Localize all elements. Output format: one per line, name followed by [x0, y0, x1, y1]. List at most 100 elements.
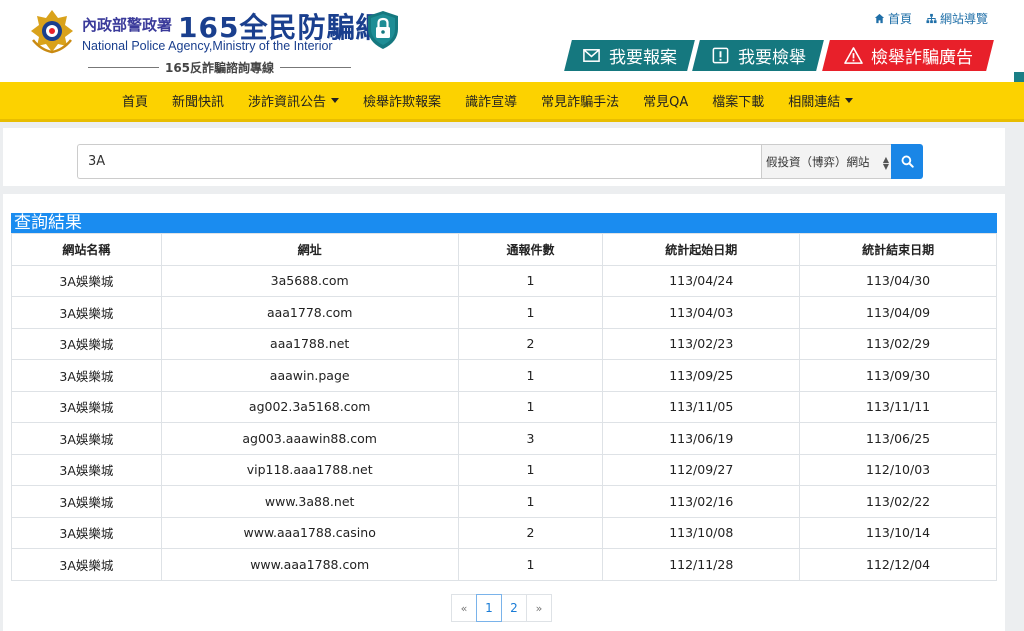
table-row: 3A娛樂城 www.aaa1788.casino 2 113/10/08 113/10/… — [11, 516, 997, 549]
nav-item-fraud-notices[interactable]: 涉詐資訊公告 — [248, 91, 340, 110]
caret-down-icon — [331, 98, 340, 103]
exclamation-box-icon — [712, 47, 728, 64]
column-header-url[interactable]: 網址 — [160, 233, 459, 266]
cell-report-count: 1 — [457, 296, 604, 329]
nav-item-label: 檢舉詐欺報案 — [363, 95, 442, 110]
page-button-current[interactable]: 1 — [476, 594, 502, 622]
nav-item-common-scams[interactable]: 常見詐騙手法 — [541, 91, 619, 110]
cell-end-date: 113/02/22 — [799, 485, 997, 518]
cell-end-date: 113/06/25 — [799, 422, 997, 455]
police-badge-logo[interactable] — [27, 6, 77, 56]
nav-item-label: 相關連結 — [788, 95, 841, 110]
nav-item-label: 檔案下載 — [712, 95, 765, 110]
nav-item-home[interactable]: 首頁 — [122, 91, 148, 110]
envelope-icon — [583, 49, 600, 62]
results-table-body: 3A娛樂城 3a5688.com 1 113/04/24 113/04/30 3A娛樂城 a… — [11, 264, 997, 581]
table-row: 3A娛樂城 aaa1788.net 2 113/02/23 113/02/29 — [11, 327, 997, 360]
nav-item-label: 常見QA — [643, 95, 689, 110]
nav-item-downloads[interactable]: 檔案下載 — [712, 91, 764, 110]
cell-start-date: 113/10/08 — [602, 516, 801, 549]
column-header-site-name[interactable]: 網站名稱 — [11, 233, 162, 266]
hotline-text: 165反詐騙諮詢專線 — [164, 61, 275, 75]
search-button[interactable] — [891, 144, 923, 179]
report-fraud-ad-button[interactable]: 檢舉詐騙廣告 — [822, 40, 994, 71]
cell-site-name: 3A娛樂城 — [11, 296, 162, 329]
search-panel: 假投資（博弈）網站 ▲▼ — [3, 128, 1005, 186]
column-header-end-date[interactable]: 統計結束日期 — [799, 233, 997, 266]
report-case-label: 我要報案 — [609, 48, 677, 68]
tipoff-button[interactable]: 我要檢舉 — [692, 40, 824, 71]
cell-end-date: 113/10/14 — [799, 516, 997, 549]
search-input[interactable] — [77, 144, 761, 179]
side-scroll-tab[interactable] — [1014, 72, 1024, 82]
warning-triangle-icon — [843, 47, 863, 64]
cell-url[interactable]: ag003.aaawin88.com — [160, 422, 459, 455]
nav-item-report-fraud[interactable]: 檢舉詐欺報案 — [363, 91, 441, 110]
nav-item-label: 常見詐騙手法 — [541, 95, 620, 110]
cell-url[interactable]: aaawin.page — [160, 359, 459, 392]
cell-url[interactable]: ag002.3a5168.com — [160, 390, 459, 423]
results-title: 查詢結果 — [11, 213, 997, 233]
search-icon — [901, 155, 914, 168]
table-row: 3A娛樂城 www.3a88.net 1 113/02/16 113/02/22 — [11, 485, 997, 518]
results-panel: 查詢結果 網站名稱 網址 通報件數 統計起始日期 統計結束日期 3A娛樂城 3a5… — [3, 194, 1005, 631]
cell-report-count: 2 — [457, 516, 604, 549]
site-header: 內政部警政署 165全民防騙網 National Police Agency,M… — [0, 0, 1024, 82]
cell-start-date: 112/11/28 — [602, 548, 801, 581]
column-header-start-date[interactable]: 統計起始日期 — [602, 233, 801, 266]
cell-site-name: 3A娛樂城 — [11, 264, 162, 297]
nav-item-news[interactable]: 新聞快訊 — [172, 91, 224, 110]
cell-end-date: 112/10/03 — [799, 453, 997, 486]
cell-url[interactable]: aaa1778.com — [160, 296, 459, 329]
cell-end-date: 113/02/29 — [799, 327, 997, 360]
cell-url[interactable]: www.aaa1788.casino — [160, 516, 459, 549]
cell-end-date: 113/09/30 — [799, 359, 997, 392]
nav-item-label: 首頁 — [122, 95, 149, 110]
report-case-button[interactable]: 我要報案 — [564, 40, 695, 71]
cell-site-name: 3A娛樂城 — [11, 485, 162, 518]
cell-start-date: 113/02/23 — [602, 327, 801, 360]
cell-url[interactable]: www.3a88.net — [160, 485, 459, 518]
cell-site-name: 3A娛樂城 — [11, 390, 162, 423]
cell-end-date: 113/04/30 — [799, 264, 997, 297]
sitemap-icon — [926, 13, 937, 24]
main-navbar: 首頁 新聞快訊 涉詐資訊公告 檢舉詐欺報案 識詐宣導 常見詐騙手法 常見QA 檔… — [0, 82, 1024, 122]
sitemap-link[interactable]: 網站導覽 — [926, 10, 988, 27]
report-fraud-ad-label: 檢舉詐騙廣告 — [870, 48, 973, 68]
column-header-report-count[interactable]: 通報件數 — [457, 233, 604, 266]
tipoff-label: 我要檢舉 — [737, 48, 806, 68]
nav-item-related-links[interactable]: 相關連結 — [788, 91, 854, 110]
cell-url[interactable]: www.aaa1788.com — [160, 548, 459, 581]
cell-report-count: 3 — [457, 422, 604, 455]
nav-item-label: 識詐宣導 — [465, 95, 518, 110]
caret-down-icon — [845, 98, 854, 103]
home-link-label: 首頁 — [887, 12, 912, 26]
next-page-button[interactable]: » — [526, 594, 552, 622]
cell-site-name: 3A娛樂城 — [11, 548, 162, 581]
cell-report-count: 1 — [457, 485, 604, 518]
cell-site-name: 3A娛樂城 — [11, 516, 162, 549]
cell-site-name: 3A娛樂城 — [11, 453, 162, 486]
cell-url[interactable]: aaa1788.net — [160, 327, 459, 360]
nav-item-label: 涉詐資訊公告 — [248, 95, 327, 110]
home-icon — [874, 13, 885, 24]
nav-item-awareness[interactable]: 識詐宣導 — [465, 91, 517, 110]
shield-lock-icon — [368, 11, 398, 49]
cell-url[interactable]: vip118.aaa1788.net — [160, 453, 459, 486]
agency-name-zh: 內政部警政署 — [82, 16, 173, 34]
hotline-caption: 165反詐騙諮詢專線 — [82, 59, 357, 76]
cell-url[interactable]: 3a5688.com — [160, 264, 459, 297]
prev-page-button[interactable]: « — [451, 594, 477, 622]
nav-item-faq[interactable]: 常見QA — [643, 91, 688, 110]
home-link[interactable]: 首頁 — [874, 10, 912, 27]
select-arrows-icon: ▲ ▼ — [882, 155, 889, 171]
cell-start-date: 113/09/25 — [602, 359, 801, 392]
cell-end-date: 113/04/09 — [799, 296, 997, 329]
category-select[interactable]: 假投資（博弈）網站 ▲ ▼ — [761, 144, 894, 179]
table-row: 3A娛樂城 ag003.aaawin88.com 3 113/06/19 113/06/… — [11, 422, 997, 455]
page-button[interactable]: 2 — [501, 594, 527, 622]
table-row: 3A娛樂城 www.aaa1788.com 1 112/11/28 112/12/04 — [11, 548, 997, 581]
cell-end-date: 112/12/04 — [799, 548, 997, 581]
table-row: 3A娛樂城 aaa1778.com 1 113/04/03 113/04/09 — [11, 296, 997, 329]
table-row: 3A娛樂城 aaawin.page 1 113/09/25 113/09/30 — [11, 359, 997, 392]
